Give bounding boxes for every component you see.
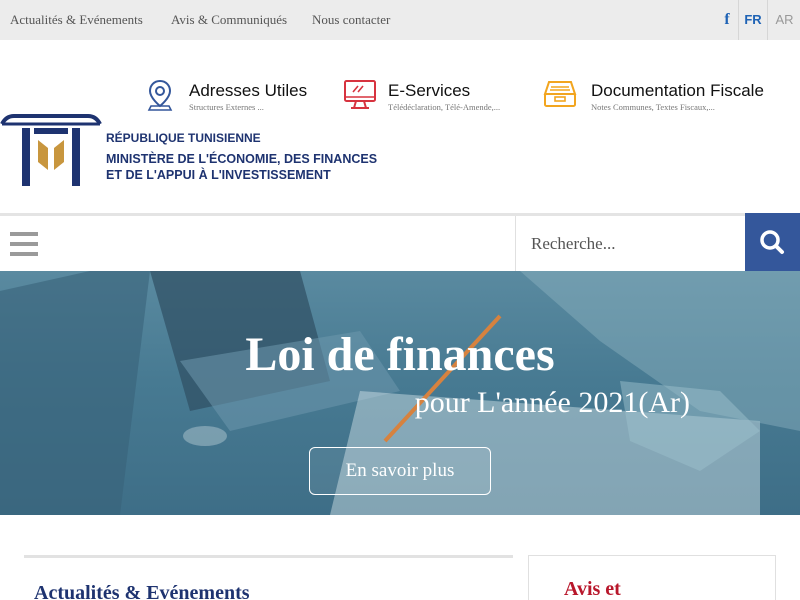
lang-ar-button[interactable]: AR xyxy=(769,0,800,40)
lang-fr-button[interactable]: FR xyxy=(738,0,768,40)
main-nav xyxy=(0,213,800,271)
top-link-contact[interactable]: Nous contacter xyxy=(312,12,390,28)
notices-section: Avis et xyxy=(528,555,776,600)
facebook-icon[interactable]: f xyxy=(716,0,738,40)
tax-documentation-link[interactable]: Documentation Fiscale Notes Communes, Te… xyxy=(543,78,783,114)
archive-box-icon xyxy=(543,81,577,107)
top-link-news[interactable]: Actualités & Evénements xyxy=(10,12,143,28)
news-section: Actualités & Evénements xyxy=(24,555,513,600)
menu-hamburger-icon[interactable] xyxy=(10,232,38,256)
map-pin-icon xyxy=(147,79,173,111)
search-input[interactable] xyxy=(515,216,745,271)
learn-more-button[interactable]: En savoir plus xyxy=(309,447,491,495)
tax-documentation-title: Documentation Fiscale xyxy=(591,81,764,100)
notices-section-title[interactable]: Avis et xyxy=(564,578,621,600)
ministry-name-line1: MINISTÈRE DE L'ÉCONOMIE, DES FINANCES xyxy=(106,152,378,166)
top-bar: Actualités & Evénements Avis & Communiqu… xyxy=(0,0,800,40)
ministry-logo[interactable] xyxy=(0,114,102,190)
e-services-title: E-Services xyxy=(388,81,471,100)
republic-label: RÉPUBLIQUE TUNISIENNE xyxy=(106,131,261,145)
top-link-notices[interactable]: Avis & Communiqués xyxy=(171,12,287,28)
monitor-icon xyxy=(344,80,376,109)
news-section-title[interactable]: Actualités & Evénements xyxy=(34,582,250,600)
hero-banner: Loi de finances pour L'année 2021(Ar) En… xyxy=(0,271,800,515)
search-icon xyxy=(760,230,784,254)
tax-documentation-subtitle: Notes Communes, Textes Fiscaux,... xyxy=(591,102,715,112)
e-services-link[interactable]: E-Services Télédéclaration, Télé-Amende,… xyxy=(343,78,533,114)
hero-subtitle: pour L'année 2021(Ar) xyxy=(414,386,690,419)
useful-addresses-title: Adresses Utiles xyxy=(189,81,308,100)
e-services-subtitle: Télédéclaration, Télé-Amende,... xyxy=(388,102,501,112)
useful-addresses-subtitle: Structures Externes ... xyxy=(189,102,264,112)
ministry-name-line2: ET DE L'APPUI À L'INVESTISSEMENT xyxy=(106,168,331,182)
hero-title: Loi de finances xyxy=(245,328,555,381)
search-button[interactable] xyxy=(745,213,800,271)
useful-addresses-link[interactable]: Adresses Utiles Structures Externes ... xyxy=(145,78,325,114)
